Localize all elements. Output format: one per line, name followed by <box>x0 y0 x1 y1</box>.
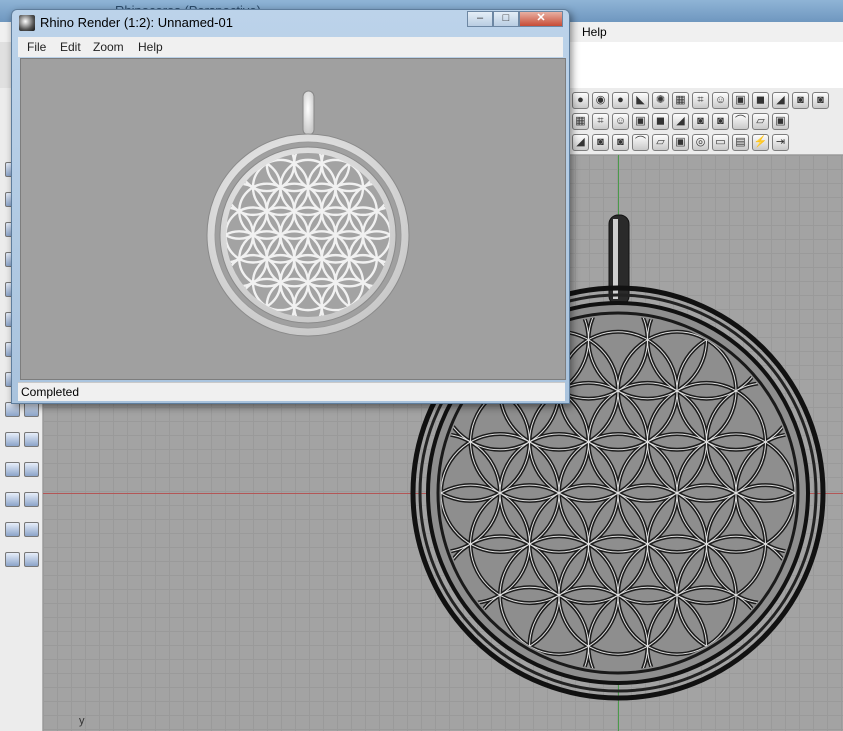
dimension-tool-alt-icon[interactable] <box>24 462 39 477</box>
render-menu-zoom[interactable]: Zoom <box>93 40 124 54</box>
arrow-icon[interactable]: ◙ <box>712 112 729 130</box>
grid-icon[interactable]: ▦ <box>672 91 689 109</box>
arrow-cursor-icon[interactable]: ◢ <box>572 133 589 151</box>
render-tool-alt-icon[interactable] <box>24 552 39 567</box>
flag-icon[interactable]: ◣ <box>632 91 649 109</box>
globe-gl-icon[interactable]: ◉ <box>592 91 609 109</box>
menu-help[interactable]: Help <box>582 25 607 39</box>
analyze-tool-alt-icon[interactable] <box>24 522 39 537</box>
copy-icon[interactable]: ▱ <box>752 112 769 130</box>
bolt-icon[interactable]: ◙ <box>692 112 709 130</box>
sphere-icon[interactable]: ● <box>572 91 589 109</box>
snap-icon[interactable]: ⌗ <box>692 91 709 109</box>
slab-icon[interactable]: ◼ <box>652 112 669 130</box>
blend-icon[interactable]: ⌒ <box>632 133 649 151</box>
fillet-icon[interactable]: ◙ <box>612 133 629 151</box>
face-icon[interactable]: ☺ <box>712 91 729 109</box>
render-window[interactable]: Rhino Render (1:2): Unnamed-01 – □ ✕ Fil… <box>11 9 570 404</box>
pen-icon[interactable]: ◎ <box>692 133 709 151</box>
blue-sphere-icon[interactable]: ● <box>612 91 629 109</box>
file-icon[interactable]: ◢ <box>672 112 689 130</box>
transform-icon[interactable]: ◙ <box>592 133 609 151</box>
render-menu-help[interactable]: Help <box>138 40 163 54</box>
render-menu-edit[interactable]: Edit <box>60 40 81 54</box>
maximize-button[interactable]: □ <box>493 11 519 27</box>
view-cube3-icon[interactable]: ⚡ <box>752 133 769 151</box>
render-status-bar: Completed <box>18 382 565 401</box>
rendered-pendant-image <box>206 90 410 337</box>
render-window-title: Rhino Render (1:2): Unnamed-01 <box>40 15 233 30</box>
rhino-app-icon <box>19 15 35 31</box>
mesh-tool-icon[interactable] <box>5 432 20 447</box>
texture-icon[interactable]: ▣ <box>732 91 749 109</box>
render-menu-file[interactable]: File <box>27 40 46 54</box>
camera2-icon[interactable]: ◙ <box>812 91 829 109</box>
slope-icon[interactable]: ◢ <box>772 91 789 109</box>
toolbar-row-3: ◢ ◙ ◙ ⌒ ▱ ▣ ◎ ▭ ▤ ⚡ ⇥ <box>572 132 789 152</box>
mesh-tool-alt-icon[interactable] <box>24 432 39 447</box>
solid-tool-alt-icon[interactable] <box>24 402 39 417</box>
axis-label-y: y <box>79 715 85 727</box>
tube-icon[interactable]: ▣ <box>632 112 649 130</box>
curve-icon[interactable]: ▦ <box>572 112 589 130</box>
camera-icon[interactable]: ◙ <box>792 91 809 109</box>
box-icon[interactable]: ◼ <box>752 91 769 109</box>
chamfer-icon[interactable]: ▱ <box>652 133 669 151</box>
render-status-text: Completed <box>21 385 80 399</box>
transform-tool-icon[interactable] <box>5 492 20 507</box>
transform-tool-alt-icon[interactable] <box>24 492 39 507</box>
close-button[interactable]: ✕ <box>519 11 563 27</box>
view-cube4-icon[interactable]: ⇥ <box>772 133 789 151</box>
minimize-button[interactable]: – <box>467 11 493 27</box>
dimension-tool-icon[interactable] <box>5 462 20 477</box>
view-cube2-icon[interactable]: ▤ <box>732 133 749 151</box>
render-tool-icon[interactable] <box>5 552 20 567</box>
curve-ops-icon[interactable]: ▣ <box>672 133 689 151</box>
stamp-icon[interactable]: ⌒ <box>732 112 749 130</box>
gear-render-icon[interactable]: ✺ <box>652 91 669 109</box>
view-cube1-icon[interactable]: ▭ <box>712 133 729 151</box>
split-icon[interactable]: ▣ <box>772 112 789 130</box>
render-canvas <box>20 58 566 380</box>
solid-tool-icon[interactable] <box>5 402 20 417</box>
analyze-tool-icon[interactable] <box>5 522 20 537</box>
toolbar-row-2: ▦ ⌗ ☺ ▣ ◼ ◢ ◙ ◙ ⌒ ▱ ▣ <box>572 111 789 131</box>
extrude-icon[interactable]: ⌗ <box>592 112 609 130</box>
cube-icon[interactable]: ☺ <box>612 112 629 130</box>
toolbar-row-1: ● ◉ ● ◣ ✺ ▦ ⌗ ☺ ▣ ◼ ◢ ◙ ◙ <box>572 90 829 110</box>
render-menubar: File Edit Zoom Help <box>18 37 563 57</box>
